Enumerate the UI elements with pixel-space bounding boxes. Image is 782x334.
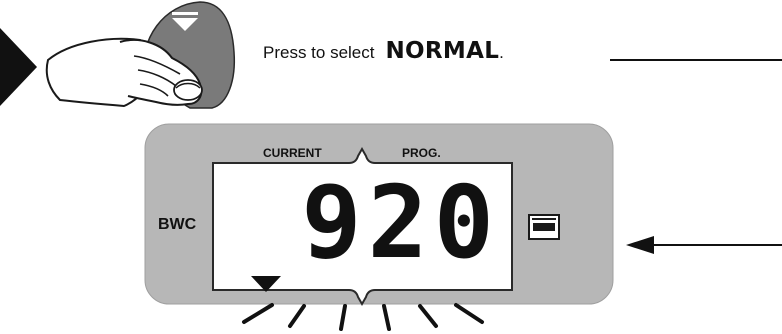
- arrow-right-icon: [0, 28, 37, 106]
- mode-label: NORMAL: [385, 38, 500, 64]
- label-prog: PROG.: [402, 146, 441, 160]
- label-current: CURRENT: [263, 146, 322, 160]
- instruction-suffix: .: [499, 43, 504, 62]
- hand-press-button-icon: [45, 1, 236, 109]
- label-bwc: BWC: [158, 216, 197, 233]
- instruction-text: Press to select NORMAL .: [263, 38, 504, 68]
- instruction-prefix: Press to select: [263, 43, 375, 62]
- rem-icon: [528, 214, 560, 240]
- leader-arrow-left: [626, 236, 782, 254]
- arrow-left-icon: [626, 236, 654, 254]
- display-value: 920: [301, 164, 500, 281]
- light-rays: [242, 303, 484, 331]
